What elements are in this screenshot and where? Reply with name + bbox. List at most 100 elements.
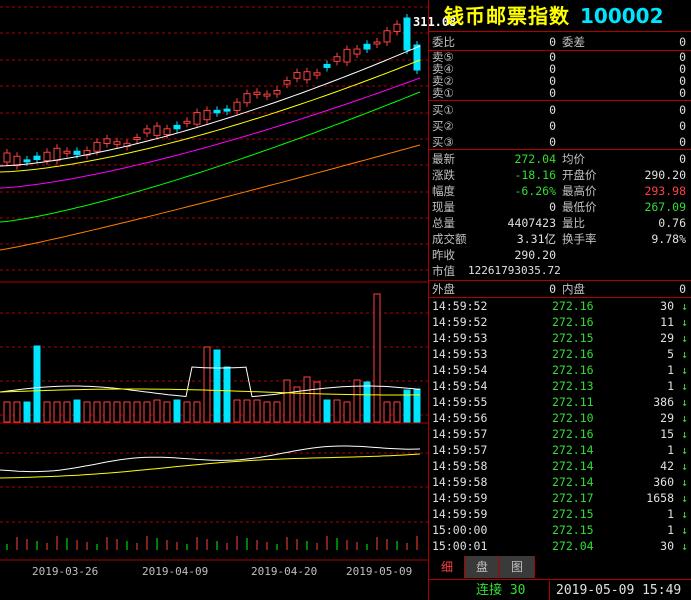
volume-bar <box>263 401 271 423</box>
candle-body <box>273 90 281 95</box>
prev-value: 290.20 <box>514 248 556 262</box>
tick-row: 14:59:57 272.16 15 ↓ <box>432 426 688 442</box>
buy-label: 买① <box>432 103 454 117</box>
volume-bar <box>273 401 281 423</box>
divider <box>428 149 691 150</box>
tick-price: 272.14 <box>552 475 594 489</box>
kline-chart-area[interactable]: 311.08 2019-03-26 2019-04-09 2019-04-20 … <box>0 0 456 600</box>
divider <box>428 100 691 101</box>
tick-volume: 1 <box>667 443 674 457</box>
volume-bar <box>393 401 401 423</box>
candle-body <box>283 80 291 85</box>
candle-body <box>3 152 11 163</box>
buy-label: 买③ <box>432 135 454 149</box>
volume-bar <box>223 366 231 423</box>
candle-body <box>63 150 71 154</box>
buy-row[interactable]: 买③ 0 0 <box>432 134 688 150</box>
tab-book[interactable]: 盘 <box>465 556 500 578</box>
tick-direction-icon: ↓ <box>681 331 688 345</box>
candle-body <box>203 109 211 121</box>
connection-value: 30 <box>509 583 526 598</box>
tick-row: 14:59:57 272.14 1 ↓ <box>432 442 688 458</box>
tick-time: 14:59:52 <box>432 315 488 329</box>
tick-volume: 1 <box>667 379 674 393</box>
tab-detail[interactable]: 细 <box>430 556 465 578</box>
latest-value: 272.04 <box>514 152 556 166</box>
weibi-row: 委比 0 委差 0 <box>432 34 688 50</box>
volume-bar <box>283 379 291 423</box>
buy-price: 0 <box>549 103 556 117</box>
volume-bar <box>383 401 391 423</box>
kline-chart-svg[interactable] <box>0 0 428 600</box>
mcap-value: 12261793035.72 <box>468 264 561 277</box>
prev-label: 昨收 <box>432 248 455 262</box>
tab-chart[interactable]: 图 <box>500 556 535 578</box>
volume-bar <box>343 401 351 423</box>
ma60-line <box>0 144 421 251</box>
quote-row-vol: 现量 0 最低价 267.09 <box>432 199 688 215</box>
volume-bar <box>3 401 11 423</box>
tick-volume: 5 <box>667 347 674 361</box>
tick-direction-icon: ↓ <box>681 523 688 537</box>
candle-body <box>373 41 381 45</box>
tick-volume: 360 <box>653 475 674 489</box>
tick-direction-icon: ↓ <box>681 475 688 489</box>
volume-bar <box>33 345 41 423</box>
avg-value: 0 <box>679 152 686 166</box>
tick-time: 14:59:58 <box>432 459 488 473</box>
tick-price: 272.13 <box>552 379 594 393</box>
total-value: 4407423 <box>507 216 556 230</box>
volume-bar <box>183 401 191 423</box>
status-datetime: 2019-05-09 15:49 <box>556 583 682 598</box>
tick-direction-icon: ↓ <box>681 443 688 457</box>
tick-direction-icon: ↓ <box>681 395 688 409</box>
sell-row[interactable]: 卖⑤ 0 0 <box>432 51 688 63</box>
volume-bar <box>23 401 31 423</box>
tick-price: 272.15 <box>552 507 594 521</box>
volume-bar <box>333 399 341 423</box>
candle-body <box>13 155 21 167</box>
index-code: 100002 <box>580 4 664 28</box>
candle-body <box>23 159 31 163</box>
volume-bar <box>133 401 141 423</box>
candle-body <box>133 137 141 141</box>
indicator-line-white <box>0 445 421 473</box>
sell-row[interactable]: 卖② 0 0 <box>432 75 688 87</box>
tick-row: 14:59:53 272.16 5 ↓ <box>432 346 688 362</box>
buy-row[interactable]: 买① 0 0 <box>432 102 688 118</box>
tick-time: 14:59:59 <box>432 491 488 505</box>
tick-volume: 1 <box>667 363 674 377</box>
vol-value: 0 <box>549 200 556 214</box>
candle-body <box>323 63 331 68</box>
tick-row: 14:59:53 272.15 29 ↓ <box>432 330 688 346</box>
tick-row: 14:59:58 272.14 360 ↓ <box>432 474 688 490</box>
tick-row: 14:59:54 272.13 1 ↓ <box>432 378 688 394</box>
weicha-label: 委差 <box>562 35 585 49</box>
inner-label: 内盘 <box>562 282 585 296</box>
candle-body <box>43 151 51 162</box>
quote-row-total: 总量 4407423 量比 0.76 <box>432 215 688 231</box>
tick-volume: 1 <box>667 507 674 521</box>
volume-bar <box>63 401 71 423</box>
tick-volume: 15 <box>660 427 674 441</box>
candle-body <box>293 72 301 79</box>
volume-bar <box>153 399 161 423</box>
tick-price: 272.16 <box>552 315 594 329</box>
tick-time: 14:59:53 <box>432 347 488 361</box>
turnover-label: 换手率 <box>562 232 597 246</box>
quote-row-mcap: 市值 12261793035.72 <box>432 263 688 279</box>
high-label: 最高价 <box>562 184 597 198</box>
x-axis-date-3: 2019-04-20 <box>251 565 318 578</box>
volume-bar <box>53 401 61 423</box>
buy-row[interactable]: 买② 0 0 <box>432 118 688 134</box>
tick-volume: 386 <box>653 395 674 409</box>
tick-time: 14:59:54 <box>432 379 488 393</box>
sell-row[interactable]: 卖① 0 0 <box>432 87 688 99</box>
candle-body <box>233 101 241 111</box>
sell-row[interactable]: 卖④ 0 0 <box>432 63 688 75</box>
quote-row-pct: 幅度 -6.26% 最高价 293.98 <box>432 183 688 199</box>
tick-row: 14:59:52 272.16 11 ↓ <box>432 314 688 330</box>
volume-bar <box>203 346 211 423</box>
quote-row-prev: 昨收 290.20 <box>432 247 688 263</box>
volume-bar <box>113 401 121 423</box>
